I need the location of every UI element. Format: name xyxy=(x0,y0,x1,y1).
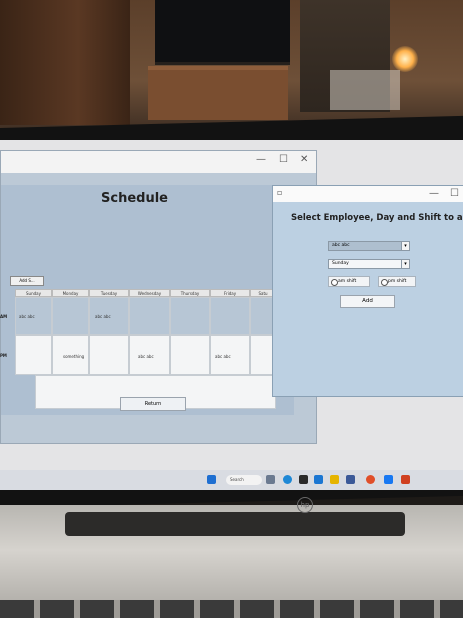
tv-cabinet xyxy=(148,66,288,120)
cell-text: abc abc xyxy=(19,314,35,319)
cell-pm-tuesday[interactable] xyxy=(89,335,129,375)
dialog-title: Select Employee, Day and Shift to add: xyxy=(291,213,463,223)
cell-pm-sunday[interactable] xyxy=(15,335,52,375)
search-label: Search xyxy=(230,477,244,482)
app-icon[interactable] xyxy=(384,475,393,484)
laptop-hinge xyxy=(65,512,405,536)
minimize-icon[interactable]: — xyxy=(256,154,266,165)
cell-pm-monday[interactable]: something xyxy=(52,335,89,375)
cell-am-friday[interactable] xyxy=(210,297,250,335)
taskbar-search[interactable]: Search xyxy=(226,475,262,485)
hp-logo: hp xyxy=(297,497,313,513)
close-icon[interactable]: ✕ xyxy=(300,154,308,165)
col-header-tuesday: Tuesday xyxy=(89,289,129,297)
col-header-wednesday: Wednesday xyxy=(129,289,170,297)
keyboard-keys xyxy=(0,600,463,618)
door xyxy=(0,0,130,125)
dialog-maximize-icon[interactable]: ☐ xyxy=(450,188,459,199)
return-button[interactable]: Return xyxy=(120,397,186,411)
am-shift-radio[interactable]: am shift xyxy=(328,276,370,287)
chrome-icon[interactable] xyxy=(299,475,308,484)
employee-select-value: abc abc xyxy=(332,243,350,248)
schedule-panel: Schedule Add S... Sunday Monday Tuesday … xyxy=(0,185,294,415)
television xyxy=(155,0,290,65)
row-label-pm: PM xyxy=(0,353,7,358)
add-shift-dialog: ▫ — ☐ Select Employee, Day and Shift to … xyxy=(272,185,463,397)
cell-pm-friday[interactable]: abc abc xyxy=(210,335,250,375)
radio-circle-icon xyxy=(381,279,388,286)
cell-text: abc abc xyxy=(95,314,111,319)
cell-text: something xyxy=(63,354,85,359)
row-label-am: AM xyxy=(0,314,8,319)
taskbar: Search xyxy=(0,470,463,490)
cell-text: abc abc xyxy=(215,354,231,359)
day-select[interactable]: Sunday ▾ xyxy=(328,259,410,269)
col-header-monday: Monday xyxy=(52,289,89,297)
dialog-minimize-icon[interactable]: — xyxy=(429,188,439,199)
col-header-thursday: Thursday xyxy=(170,289,210,297)
settings-icon[interactable] xyxy=(314,475,323,484)
app-icon: ▫ xyxy=(277,188,283,197)
add-button[interactable]: Add xyxy=(340,295,395,308)
cell-am-sunday[interactable]: abc abc xyxy=(15,297,52,335)
mail-icon[interactable] xyxy=(346,475,355,484)
chevron-down-icon[interactable]: ▾ xyxy=(401,241,410,251)
cell-am-tuesday[interactable]: abc abc xyxy=(89,297,129,335)
clutter xyxy=(330,70,400,110)
browser-icon[interactable] xyxy=(366,475,375,484)
java-icon[interactable] xyxy=(401,475,410,484)
windows-start-icon[interactable] xyxy=(207,475,216,484)
employee-select[interactable]: abc abc ▾ xyxy=(328,241,410,251)
pm-shift-radio[interactable]: pm shift xyxy=(378,276,416,287)
col-header-sunday: Sunday xyxy=(15,289,52,297)
folder-icon[interactable] xyxy=(330,475,339,484)
day-select-value: Sunday xyxy=(332,261,349,266)
maximize-icon[interactable]: ☐ xyxy=(279,154,288,165)
chevron-down-icon[interactable]: ▾ xyxy=(401,259,410,269)
col-header-friday: Friday xyxy=(210,289,250,297)
schedule-title: Schedule xyxy=(101,191,168,206)
add-schedule-button[interactable]: Add S... xyxy=(10,276,44,286)
schedule-grid: Sunday Monday Tuesday Wednesday Thursday… xyxy=(0,289,276,413)
edge-icon[interactable] xyxy=(283,475,292,484)
pm-shift-label: pm shift xyxy=(388,279,407,284)
dialog-titlebar: ▫ — ☐ xyxy=(273,186,463,202)
laptop-screen: — ☐ ✕ Schedule Add S... Sunday Monday Tu… xyxy=(0,140,463,490)
cell-pm-thursday[interactable] xyxy=(170,335,210,375)
cell-am-thursday[interactable] xyxy=(170,297,210,335)
cell-text: abc abc xyxy=(138,354,154,359)
cell-am-wednesday[interactable] xyxy=(129,297,170,335)
radio-circle-icon xyxy=(331,279,338,286)
background-window-titlebar: — ☐ ✕ xyxy=(1,151,316,173)
am-shift-label: am shift xyxy=(338,279,357,284)
cell-pm-wednesday[interactable]: abc abc xyxy=(129,335,170,375)
task-view-icon[interactable] xyxy=(266,475,275,484)
background-window: — ☐ ✕ Schedule Add S... Sunday Monday Tu… xyxy=(0,150,317,444)
cell-am-monday[interactable] xyxy=(52,297,89,335)
lamp xyxy=(392,46,418,72)
